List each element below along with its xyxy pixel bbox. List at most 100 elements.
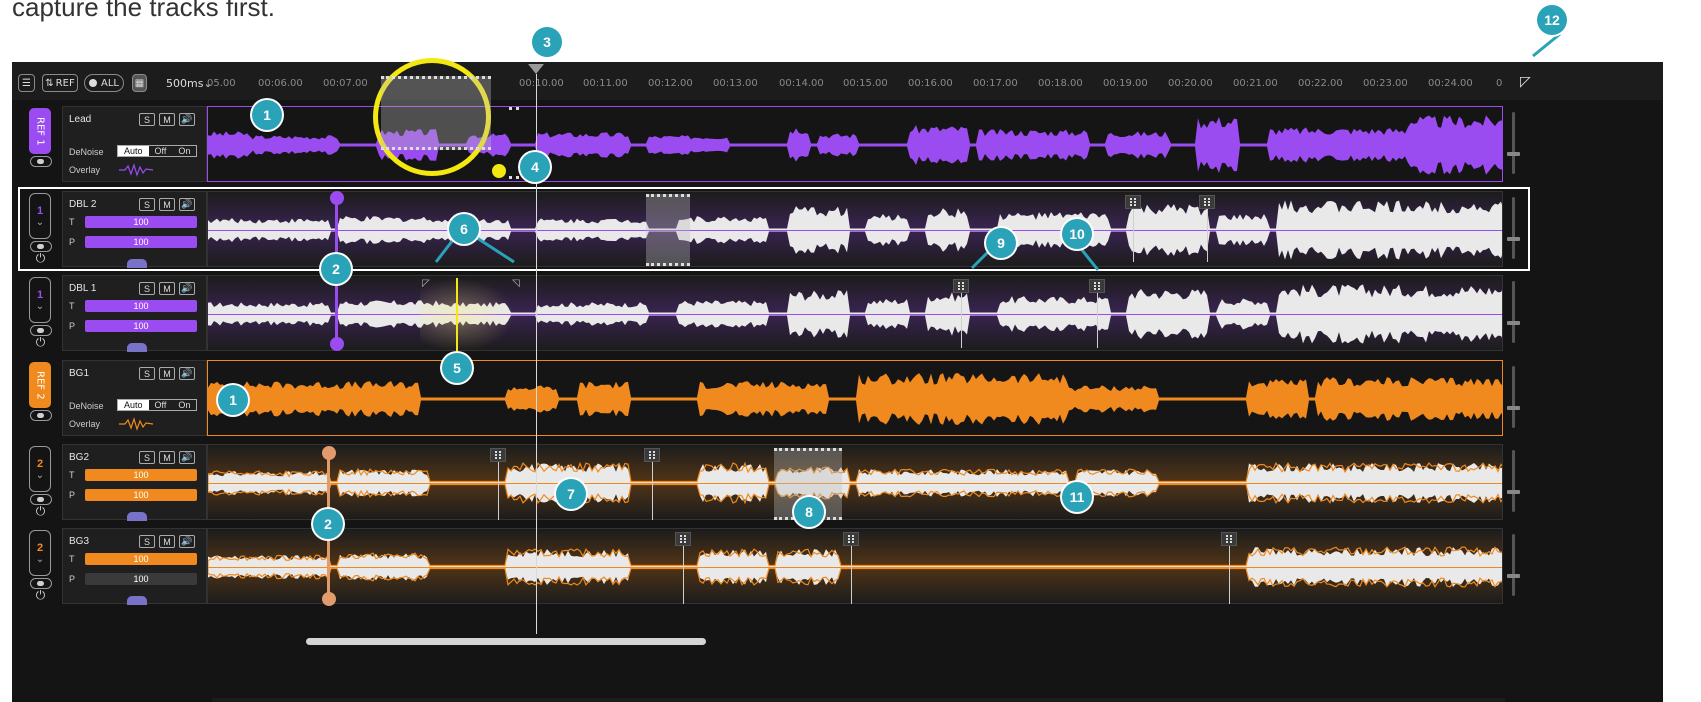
split-seam	[1229, 546, 1230, 604]
t-value-bar[interactable]: 100	[85, 300, 197, 312]
track-enable-toggle[interactable]	[30, 410, 52, 421]
speaker-icon[interactable]: 🔊	[179, 282, 195, 295]
ref-pill[interactable]: REF 2	[29, 362, 51, 408]
denoise-option[interactable]: On	[172, 400, 196, 410]
track-volume-fader[interactable]	[1507, 450, 1520, 512]
ref-pill[interactable]: REF 1	[29, 108, 51, 154]
group-selector[interactable]: 2 ⌄	[29, 446, 51, 492]
mute-button[interactable]: M	[159, 113, 175, 126]
alignment-knob[interactable]	[322, 446, 336, 460]
denoise-selector[interactable]: Auto Off On	[117, 145, 198, 157]
solo-button[interactable]: S	[139, 451, 155, 464]
solo-button[interactable]: S	[139, 535, 155, 548]
mute-button[interactable]: M	[159, 367, 175, 380]
denoise-label: DeNoise	[69, 147, 104, 157]
speaker-icon[interactable]: 🔊	[179, 451, 195, 464]
alignment-knob[interactable]	[330, 337, 344, 351]
denoise-option[interactable]: On	[172, 146, 196, 156]
mute-button[interactable]: M	[159, 535, 175, 548]
group-number: 2	[36, 457, 44, 470]
expand-chevron-icon[interactable]	[127, 596, 147, 605]
p-value-bar[interactable]: 100	[85, 489, 197, 501]
group-number: 2	[36, 541, 44, 554]
track-enable-toggle[interactable]	[30, 156, 52, 167]
group-selector[interactable]: 1 ⌄	[29, 277, 51, 323]
vocal-alignment-app: ☰ ⇅ REF ALL ▦ 500ms⌄ 05.00 00:06.00 00:07.…	[12, 62, 1663, 702]
track-name: BG3	[69, 536, 90, 547]
page-caption: capture the tracks first.	[12, 0, 275, 22]
all-toggle[interactable]: ALL	[84, 74, 124, 92]
split-handle[interactable]	[953, 279, 969, 293]
zoom-select[interactable]: 500ms⌄	[166, 77, 213, 90]
grid-icon[interactable]: ▦	[132, 74, 147, 92]
speaker-icon[interactable]: 🔊	[179, 535, 195, 548]
alignment-knob[interactable]	[322, 592, 336, 606]
p-value-bar[interactable]: 100	[85, 320, 197, 332]
track-volume-fader[interactable]	[1507, 112, 1520, 174]
mute-button[interactable]: M	[159, 282, 175, 295]
split-handle[interactable]	[675, 532, 691, 546]
timeline-tick-label: 00:06.00	[258, 78, 303, 89]
overlay-label: Overlay	[69, 165, 101, 175]
power-icon[interactable]: ⏻	[34, 336, 47, 349]
t-value-bar[interactable]: 100	[85, 469, 197, 481]
track-volume-fader[interactable]	[1507, 366, 1520, 428]
split-handle[interactable]	[490, 448, 506, 462]
track-volume-fader[interactable]	[1507, 534, 1520, 596]
p-value-bar[interactable]: 100	[85, 573, 197, 585]
split-seam	[652, 462, 653, 520]
group-selector[interactable]: 2 ⌄	[29, 530, 51, 576]
ref-button[interactable]: ⇅ REF	[42, 74, 78, 92]
clip-selection[interactable]	[646, 194, 690, 266]
track-bg1: REF 2 BG1 S M 🔊 DeNoise Auto Off On Overlay	[12, 358, 1663, 438]
waveform-lane[interactable]	[207, 444, 1503, 520]
track-control-panel: BG3 S M 🔊 T 100 P 100	[62, 528, 207, 605]
selection-cursor[interactable]	[456, 278, 458, 352]
solo-button[interactable]: S	[139, 113, 155, 126]
toggle-dot-icon	[89, 79, 97, 87]
speaker-icon[interactable]: 🔊	[179, 367, 195, 380]
split-handle[interactable]	[843, 532, 859, 546]
waveform-lane[interactable]	[207, 275, 1503, 351]
timeline-tick-label: 00:11.00	[583, 78, 628, 89]
p-label: P	[69, 490, 76, 500]
solo-button[interactable]: S	[139, 367, 155, 380]
overlay-waveform-icon[interactable]	[119, 417, 154, 431]
denoise-option[interactable]: Off	[149, 146, 173, 156]
speaker-icon[interactable]: 🔊	[179, 113, 195, 126]
t-label: T	[69, 301, 75, 311]
solo-button[interactable]: S	[139, 282, 155, 295]
mute-button[interactable]: M	[159, 451, 175, 464]
callout-badge-1: 1	[218, 385, 248, 415]
alignment-knob[interactable]	[330, 191, 344, 205]
track-volume-fader[interactable]	[1507, 281, 1520, 343]
edge-flag-icon[interactable]: ◸	[422, 278, 430, 289]
denoise-option[interactable]: Auto	[118, 146, 149, 156]
power-icon[interactable]: ⏻	[34, 589, 47, 602]
split-handle[interactable]	[644, 448, 660, 462]
t-value-bar[interactable]: 100	[85, 553, 197, 565]
edge-flag-icon[interactable]: ◹	[512, 278, 520, 289]
playhead-marker-icon[interactable]	[528, 64, 544, 74]
ref-arrows-icon: ⇅	[45, 77, 54, 89]
track-name: BG1	[69, 368, 90, 379]
expand-chevron-icon[interactable]	[127, 343, 147, 352]
overlay-waveform-icon[interactable]	[119, 163, 154, 177]
split-handle[interactable]	[1199, 195, 1215, 209]
split-handle[interactable]	[1221, 532, 1237, 546]
split-handle[interactable]	[1089, 279, 1105, 293]
list-icon[interactable]: ☰	[18, 74, 35, 92]
clip-edge[interactable]	[509, 107, 519, 179]
denoise-option[interactable]: Off	[149, 400, 173, 410]
horizontal-scrollbar[interactable]	[212, 698, 1505, 702]
timeline-tick-label: 00:23.00	[1363, 78, 1408, 89]
scrollbar-thumb[interactable]	[306, 638, 706, 645]
expand-chevron-icon[interactable]	[127, 512, 147, 521]
denoise-selector[interactable]: Auto Off On	[117, 399, 198, 411]
split-handle[interactable]	[1125, 195, 1141, 209]
waveform-lane[interactable]	[207, 360, 1503, 436]
power-icon[interactable]: ⏻	[34, 505, 47, 518]
clip-selection[interactable]	[381, 76, 491, 150]
callout-badge-6: 6	[449, 214, 479, 244]
denoise-option[interactable]: Auto	[118, 400, 149, 410]
